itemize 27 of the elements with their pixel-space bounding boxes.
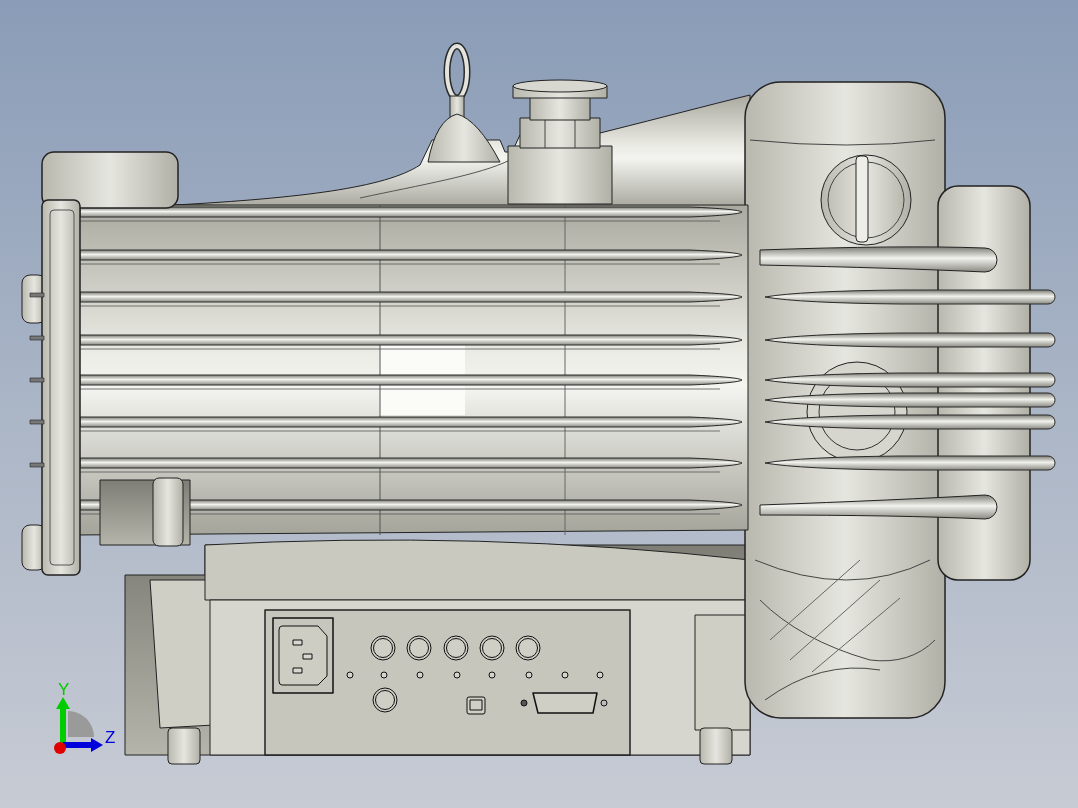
- indicator-hole-icon: [596, 671, 604, 679]
- round-connector-icon: [370, 635, 396, 661]
- indicator-hole-icon: [416, 671, 424, 679]
- bolt-head: [29, 292, 45, 298]
- indicator-hole-icon: [380, 671, 388, 679]
- power-socket-icon: [272, 617, 334, 694]
- origin-ball-icon: [54, 742, 66, 754]
- pump-foot: [699, 727, 733, 765]
- round-connector-icon: [515, 635, 541, 661]
- bolt-head: [29, 335, 45, 341]
- pump-foot: [167, 727, 201, 765]
- bolt-head: [29, 462, 45, 468]
- indicator-hole-icon: [346, 671, 354, 679]
- indicator-hole-icon: [561, 671, 569, 679]
- round-connector-icon: [372, 687, 398, 713]
- round-connector-icon: [406, 635, 432, 661]
- axis-label: Z: [105, 728, 116, 747]
- round-connector-icon: [479, 635, 505, 661]
- axis-label: Y: [58, 680, 70, 699]
- indicator-hole-icon: [453, 671, 461, 679]
- bolt-head: [29, 377, 45, 383]
- indicator-hole-icon: [488, 671, 496, 679]
- d-sub-connector-icon: [520, 692, 608, 714]
- usb-port-icon: [466, 696, 486, 715]
- round-connector-icon: [443, 635, 469, 661]
- indicator-hole-icon: [525, 671, 533, 679]
- bolt-head: [29, 419, 45, 425]
